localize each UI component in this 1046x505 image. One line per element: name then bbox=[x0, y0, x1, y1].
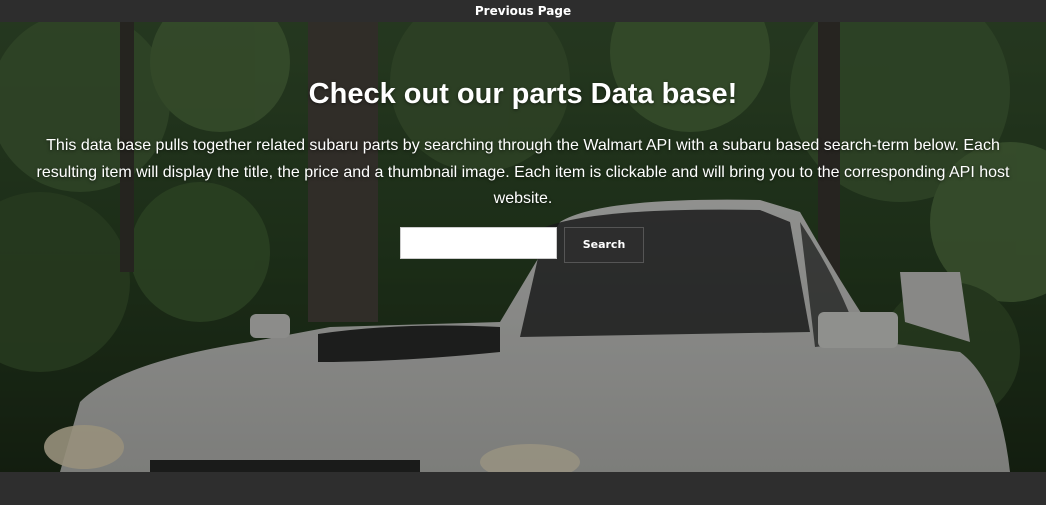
search-button[interactable]: Search bbox=[564, 226, 644, 263]
top-nav-bar: Previous Page bbox=[0, 0, 1046, 22]
hero-content: Check out our parts Data base! This data… bbox=[0, 22, 1046, 263]
footer-bar bbox=[0, 472, 1046, 505]
search-form: Search bbox=[0, 226, 1046, 263]
page-title: Check out our parts Data base! bbox=[308, 78, 738, 110]
search-input[interactable] bbox=[400, 226, 557, 259]
page-description: This data base pulls together related su… bbox=[36, 137, 1010, 207]
hero-section: Check out our parts Data base! This data… bbox=[0, 22, 1046, 472]
previous-page-link[interactable]: Previous Page bbox=[475, 4, 571, 18]
